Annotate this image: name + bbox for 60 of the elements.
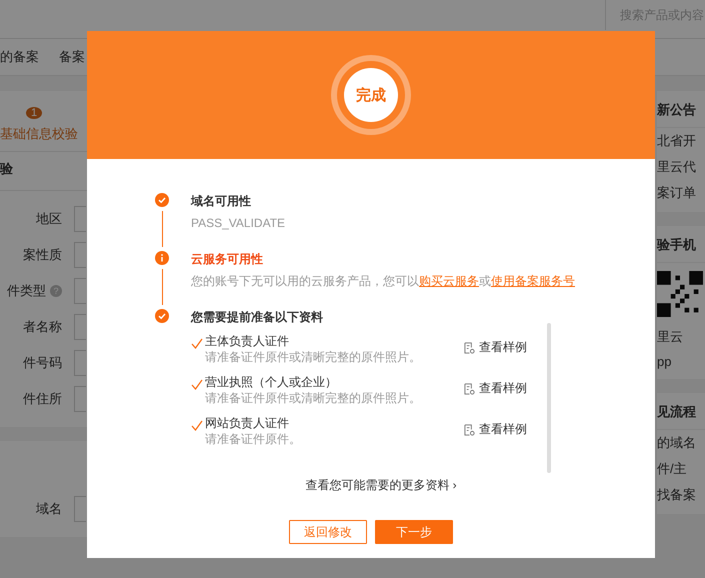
info-circle-icon [155, 251, 169, 265]
nav-tab[interactable]: 备案 [59, 48, 85, 66]
app-caption: pp [657, 353, 672, 371]
sidebar-title: 见流程 [657, 399, 705, 430]
check-title: 云服务可用性 [191, 251, 264, 267]
sample-link[interactable]: 查看样例 [464, 380, 527, 397]
field-label: 件号码 [23, 354, 62, 372]
detail-link[interactable]: 购买云服务 [419, 274, 479, 288]
check-circle-icon [155, 309, 169, 323]
sidebar-link[interactable]: 的域名 [657, 430, 705, 456]
input-field[interactable] [74, 206, 86, 232]
sidebar-link[interactable]: 北省开 [657, 128, 705, 154]
field-label: 域名 [36, 500, 62, 518]
material-note: 请准备证件原件或清晰完整的原件照片。 [205, 349, 422, 365]
sidebar-link[interactable]: 案订单 [657, 180, 705, 206]
check-detail: 您的账号下无可以用的云服务产品，您可以购买云服务或使用备案服务号 [191, 273, 576, 290]
material-note: 请准备证件原件。 [205, 431, 302, 447]
sidebar-link[interactable]: 找备案 [657, 482, 705, 508]
check-title: 您需要提前准备以下资料 [191, 309, 324, 325]
field-label: 者名称 [23, 318, 62, 336]
field-label: 件住所 [23, 390, 62, 408]
sample-link[interactable]: 查看样例 [464, 339, 527, 356]
sidebar-link[interactable]: 里云代 [657, 154, 705, 180]
input-field[interactable] [74, 278, 86, 304]
check-detail: PASS_VALIDATE [191, 215, 286, 232]
app-caption: 里云 [657, 328, 684, 346]
document-icon [464, 424, 475, 436]
checkmark-icon [191, 338, 203, 350]
material-name: 主体负责人证件 [205, 333, 290, 349]
input-field[interactable] [74, 496, 86, 522]
material-note: 请准备证件原件或清晰完整的原件照片。 [205, 390, 422, 406]
step-label: 基础信息校验 [0, 125, 78, 143]
step-number: 1 [26, 107, 42, 119]
checkmark-icon [191, 379, 203, 391]
sidebar-title: 验手机 [657, 232, 705, 263]
material-name: 营业执照（个人或企业） [205, 374, 338, 390]
input-field[interactable] [74, 386, 86, 412]
input-field[interactable] [74, 350, 86, 376]
nav-tab[interactable]: 的备案 [0, 48, 39, 66]
back-button[interactable]: 返回修改 [289, 520, 367, 544]
document-icon [464, 382, 475, 394]
sidebar-title: 新公告 [657, 97, 705, 128]
material-name: 网站负责人证件 [205, 415, 290, 431]
document-icon [464, 342, 475, 354]
input-field[interactable] [74, 242, 86, 268]
next-button[interactable]: 下一步 [375, 520, 453, 544]
check-circle-icon [155, 193, 169, 207]
sample-link[interactable]: 查看样例 [464, 421, 527, 438]
sidebar-link[interactable]: 件/主 [657, 456, 705, 482]
checkmark-icon [191, 420, 203, 432]
field-label: 件类型 [7, 282, 46, 300]
field-label: 地区 [36, 210, 62, 228]
more-link[interactable]: 查看您可能需要的更多资料 › [305, 478, 457, 492]
field-label: 案性质 [23, 246, 62, 264]
qr-code-icon [657, 271, 703, 317]
detail-link[interactable]: 使用备案服务号 [491, 274, 575, 288]
input-field[interactable] [74, 314, 86, 340]
scrollbar[interactable] [547, 323, 551, 473]
check-title: 域名可用性 [191, 193, 252, 209]
status-badge: 完成 [344, 68, 398, 122]
